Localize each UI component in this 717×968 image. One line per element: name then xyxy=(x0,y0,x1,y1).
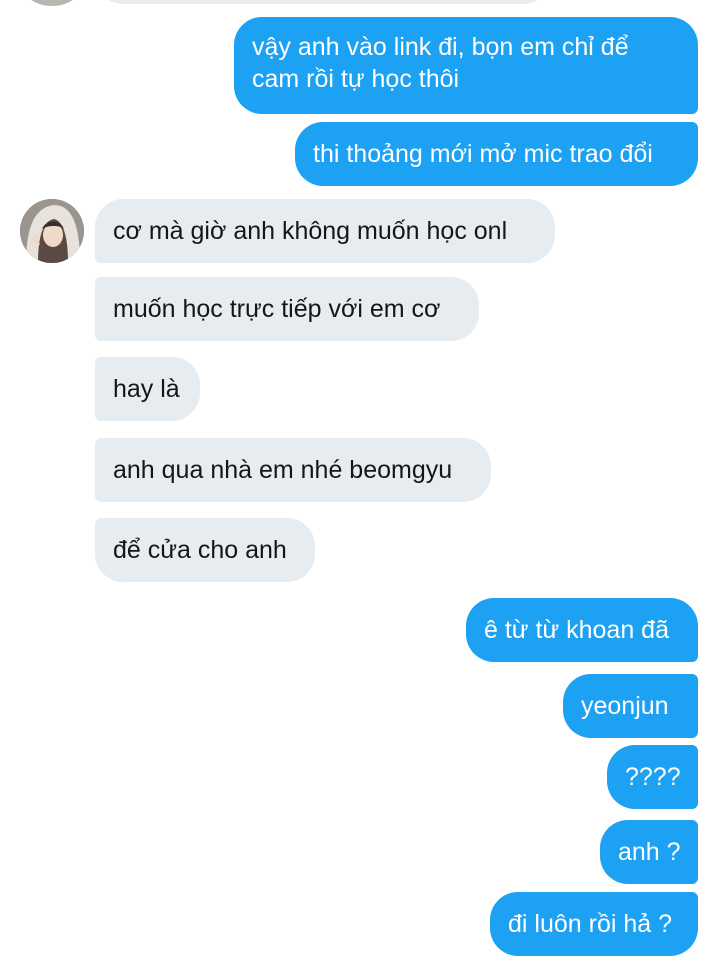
message-bubble-received: cơ mà giờ anh không muốn học onl xyxy=(95,199,555,263)
message-bubble-sent: vậy anh vào link đi, bọn em chỉ để cam r… xyxy=(234,17,698,114)
avatar-image xyxy=(20,199,84,263)
message-bubble-sent: thi thoảng mới mở mic trao đổi xyxy=(295,122,698,186)
message-text: vậy anh vào link đi, bọn em chỉ để cam r… xyxy=(252,33,629,93)
message-bubble-received: muốn học trực tiếp với em cơ xyxy=(95,277,479,341)
message-bubble-sent: anh ? xyxy=(600,820,698,884)
message-bubble-partial xyxy=(95,0,551,4)
message-text: ê từ từ khoan đã xyxy=(484,616,669,644)
message-bubble-sent: yeonjun xyxy=(563,674,698,738)
message-text: hay là xyxy=(113,375,180,403)
message-text: ???? xyxy=(625,763,681,791)
message-text: yeonjun xyxy=(581,692,669,720)
message-bubble-received: anh qua nhà em nhé beomgyu xyxy=(95,438,491,502)
message-text: để cửa cho anh xyxy=(113,536,287,564)
message-bubble-received: để cửa cho anh xyxy=(95,518,315,582)
message-text: anh ? xyxy=(618,838,681,866)
message-text: cơ mà giờ anh không muốn học onl xyxy=(113,217,508,245)
message-text: muốn học trực tiếp với em cơ xyxy=(113,295,441,323)
message-bubble-sent: ???? xyxy=(607,745,698,809)
message-bubble-received: hay là xyxy=(95,357,200,421)
chat-thread: vậy anh vào link đi, bọn em chỉ để cam r… xyxy=(0,0,717,968)
message-text: thi thoảng mới mở mic trao đổi xyxy=(313,140,653,168)
contact-avatar-partial[interactable] xyxy=(20,0,84,6)
message-bubble-sent: ê từ từ khoan đã xyxy=(466,598,698,662)
message-text: đi luôn rồi hả ? xyxy=(508,910,673,938)
message-text: anh qua nhà em nhé beomgyu xyxy=(113,456,453,484)
message-bubble-sent: đi luôn rồi hả ? xyxy=(490,892,698,956)
contact-avatar[interactable] xyxy=(20,199,84,263)
